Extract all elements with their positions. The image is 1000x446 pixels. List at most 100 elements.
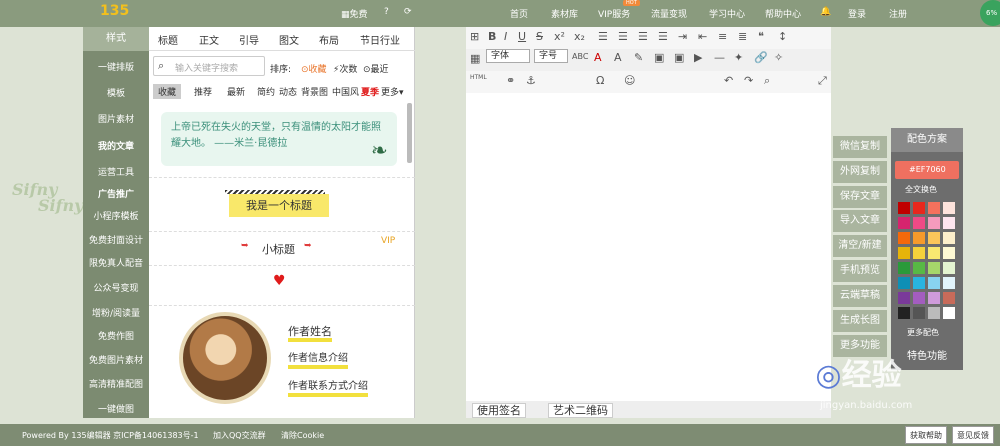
- author-info[interactable]: 作者信息介绍: [288, 353, 348, 369]
- anchor-icon[interactable]: ⚓: [526, 74, 536, 87]
- filter-recommended[interactable]: 推荐: [194, 85, 212, 98]
- eraser-icon[interactable]: ✦: [734, 51, 743, 64]
- list-icon[interactable]: ≡: [718, 30, 727, 43]
- font-color-icon[interactable]: A: [594, 51, 602, 64]
- tab-image-text[interactable]: 图文: [279, 32, 299, 47]
- video-icon[interactable]: ▶: [694, 51, 702, 64]
- qq-group-link[interactable]: 加入QQ交流群: [213, 430, 266, 441]
- sidebar-item-hd-images[interactable]: 高清精准配图: [83, 377, 149, 390]
- filter-background[interactable]: 背景图: [301, 85, 328, 98]
- color-swatch[interactable]: [898, 202, 910, 214]
- mobile-preview-button[interactable]: 手机预览: [833, 260, 887, 282]
- bell-icon[interactable]: 🔔: [820, 7, 831, 17]
- speed-badge[interactable]: 6%: [980, 0, 1000, 26]
- signature-button[interactable]: 使用签名: [472, 403, 526, 418]
- cloud-draft-button[interactable]: 云端草稿: [833, 285, 887, 307]
- sidebar-item-auto-layout[interactable]: 一键排版: [83, 60, 149, 73]
- filter-more[interactable]: 更多▾: [381, 85, 404, 98]
- text-color-icon[interactable]: ABC: [572, 52, 588, 61]
- link-icon[interactable]: 🔗: [754, 51, 768, 64]
- align-left-icon[interactable]: ☰: [598, 30, 608, 43]
- tab-layout[interactable]: 布局: [319, 32, 339, 47]
- nav-monetize[interactable]: 流量变现: [651, 7, 687, 20]
- format-brush-icon[interactable]: ✎: [634, 51, 643, 64]
- feedback-button[interactable]: 意见反馈: [952, 426, 994, 444]
- redo-icon[interactable]: ↷: [744, 74, 753, 87]
- help-icon[interactable]: ?: [384, 7, 389, 17]
- align-center-icon[interactable]: ☰: [618, 30, 628, 43]
- filter-latest[interactable]: 最新: [227, 85, 245, 98]
- import-article-button[interactable]: 导入文章: [833, 210, 887, 232]
- color-swatch[interactable]: [913, 202, 925, 214]
- color-swatch[interactable]: [928, 232, 940, 244]
- sidebar-item-monetize[interactable]: 公众号变现: [83, 281, 149, 294]
- hr-icon[interactable]: —: [714, 51, 725, 64]
- sidebar-item-styles[interactable]: 样式: [83, 27, 149, 51]
- long-image-button[interactable]: 生成长图: [833, 310, 887, 332]
- sidebar-item-voice[interactable]: 限免真人配音: [83, 256, 149, 269]
- refresh-icon[interactable]: ⟳: [404, 7, 412, 17]
- color-swatch[interactable]: [898, 232, 910, 244]
- color-swatch[interactable]: [898, 247, 910, 259]
- underline-icon[interactable]: U: [518, 30, 526, 43]
- external-copy-button[interactable]: 外网复制: [833, 161, 887, 183]
- align-right-icon[interactable]: ☰: [638, 30, 648, 43]
- title-style-sample[interactable]: 我是一个标题: [229, 194, 329, 217]
- qrcode-button[interactable]: 艺术二维码: [548, 403, 613, 418]
- strike-icon[interactable]: S: [536, 30, 543, 43]
- color-swatch[interactable]: [913, 217, 925, 229]
- color-swatch[interactable]: [943, 217, 955, 229]
- color-swatch[interactable]: [898, 217, 910, 229]
- sidebar-item-images[interactable]: 图片素材: [83, 112, 149, 125]
- search-box[interactable]: ⌕ 输入关键字搜索: [153, 56, 265, 76]
- quote-card[interactable]: 上帝已死在失火的天堂，只有温情的太阳才能照耀大地。 ——米兰·昆德拉: [161, 112, 397, 166]
- color-swatch[interactable]: [928, 202, 940, 214]
- search-icon[interactable]: ⌕: [764, 74, 770, 88]
- wechat-copy-button[interactable]: 微信复制: [833, 136, 887, 158]
- html-icon[interactable]: HTML: [470, 74, 487, 81]
- sidebar-item-my-articles[interactable]: 我的文章: [83, 139, 149, 152]
- color-swatch[interactable]: [928, 247, 940, 259]
- sidebar-item-miniapp[interactable]: 小程序模板: [83, 209, 149, 222]
- subscript-icon[interactable]: x₂: [574, 30, 585, 43]
- color-swatch[interactable]: [898, 292, 910, 304]
- color-swatch[interactable]: [913, 262, 925, 274]
- sidebar-item-templates[interactable]: 模板: [83, 86, 149, 99]
- sidebar-item-ads[interactable]: 广告推广: [83, 187, 149, 200]
- sidebar-item-ops-tools[interactable]: 运营工具: [83, 165, 149, 178]
- image-icon[interactable]: ▣: [654, 51, 664, 64]
- tab-body[interactable]: 正文: [199, 32, 219, 47]
- color-swatch[interactable]: [928, 217, 940, 229]
- sidebar-item-fans[interactable]: 增粉/阅读量: [83, 306, 149, 319]
- sidebar-item-drawing[interactable]: 免费作图: [83, 329, 149, 342]
- filter-simple[interactable]: 简约: [257, 85, 275, 98]
- color-swatch[interactable]: [928, 307, 940, 319]
- emoji-icon[interactable]: ☺: [624, 74, 635, 87]
- sidebar-item-cover[interactable]: 免费封面设计: [83, 233, 149, 246]
- nav-materials[interactable]: 素材库: [551, 7, 578, 20]
- color-swatch[interactable]: [913, 247, 925, 259]
- quote-icon[interactable]: ❝: [758, 30, 764, 43]
- register-link[interactable]: 注册: [889, 7, 907, 20]
- superscript-icon[interactable]: x²: [554, 30, 565, 43]
- source-icon[interactable]: ⊞: [470, 30, 479, 43]
- tab-festival[interactable]: 节日行业: [360, 32, 400, 47]
- nav-help[interactable]: 帮助中心: [765, 7, 801, 20]
- color-swatch[interactable]: [898, 277, 910, 289]
- color-swatch[interactable]: [928, 292, 940, 304]
- author-name[interactable]: 作者姓名: [288, 326, 332, 342]
- color-swatch[interactable]: [913, 277, 925, 289]
- nav-home[interactable]: 首页: [510, 7, 528, 20]
- line-height-icon[interactable]: ↕: [778, 30, 787, 43]
- color-swatch[interactable]: [913, 232, 925, 244]
- symbol-icon[interactable]: Ω: [596, 74, 604, 87]
- sort-favorites[interactable]: ⊙收藏: [301, 62, 327, 75]
- color-swatch[interactable]: [898, 307, 910, 319]
- color-swatch[interactable]: [943, 277, 955, 289]
- undo-icon[interactable]: ↶: [724, 74, 733, 87]
- color-swatch[interactable]: [943, 292, 955, 304]
- color-swatch[interactable]: [913, 292, 925, 304]
- tab-title[interactable]: 标题: [158, 32, 178, 47]
- login-link[interactable]: 登录: [848, 7, 866, 20]
- indent-icon[interactable]: ⇥: [678, 30, 687, 43]
